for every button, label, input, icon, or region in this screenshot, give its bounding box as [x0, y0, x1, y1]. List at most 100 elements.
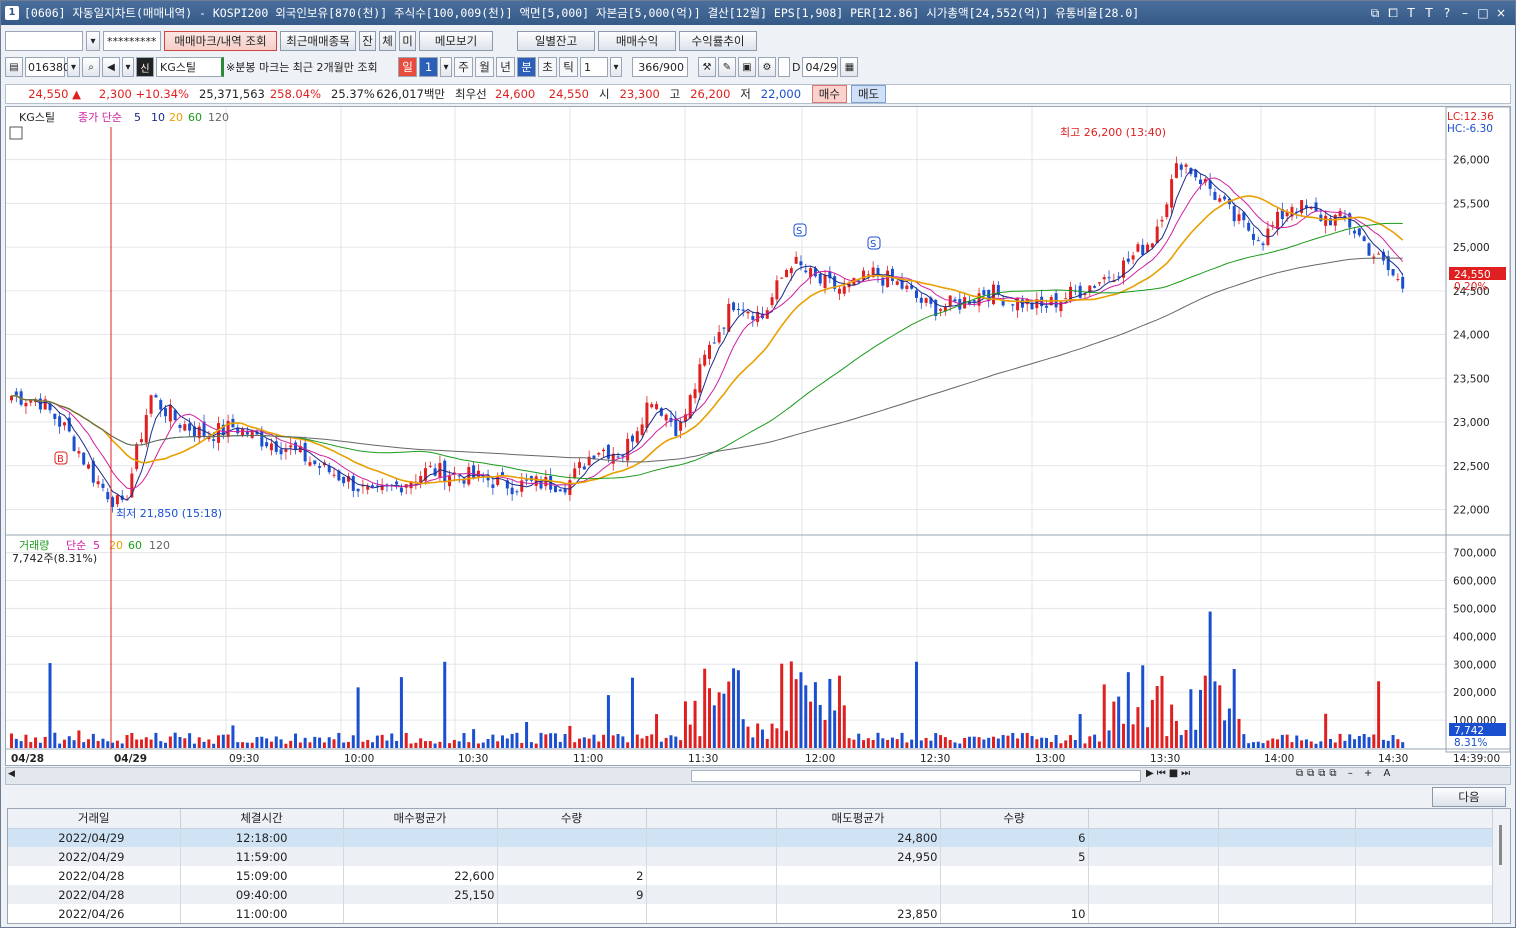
table-row[interactable]: 2022/04/28 09:40:00 25,150 9 — [8, 885, 1493, 904]
interval-dropdown-icon[interactable]: ▾ — [610, 57, 622, 77]
period-year-button[interactable]: 년 — [496, 57, 515, 77]
close-icon[interactable]: × — [1495, 6, 1507, 21]
candle-body — [539, 481, 543, 489]
table-row[interactable]: 2022/04/29 12:18:00 24,800 6 — [8, 828, 1493, 847]
header-trade-date[interactable]: 거래일 — [8, 809, 181, 829]
chart-view-controls[interactable]: ⧉⧉⧉⧉ – + A — [1296, 768, 1394, 779]
candle-body — [1131, 255, 1135, 260]
next-button[interactable]: 다음 — [1432, 787, 1506, 807]
font-icon[interactable]: T — [1423, 6, 1435, 21]
period-month-button[interactable]: 월 — [475, 57, 494, 77]
executed-button[interactable]: 체 — [379, 31, 396, 51]
restore-icon[interactable]: ⧠ — [1387, 6, 1399, 21]
period-second-button[interactable]: 초 — [538, 57, 557, 77]
scroll-thumb[interactable] — [691, 770, 1141, 782]
calendar-icon[interactable]: ▦ — [840, 57, 859, 77]
unfilled-button[interactable]: 미 — [399, 31, 416, 51]
date-checkbox[interactable] — [778, 57, 790, 77]
layout-icon[interactable]: ▤ — [5, 57, 23, 77]
candle-body — [472, 465, 476, 479]
chart-canvas[interactable]: 26,00025,50025,00024,50024,00023,50023,0… — [6, 107, 1510, 765]
sell-button[interactable]: 매도 — [850, 85, 887, 103]
code-dropdown-icon[interactable]: ▾ — [67, 57, 80, 77]
table-scrollbar[interactable] — [1492, 809, 1510, 923]
trade-mark-query-button[interactable]: 매매마크/내역 조회 — [164, 31, 277, 51]
stock-name-field[interactable]: KG스틸 — [156, 57, 224, 77]
price-tick-label: 25,500 — [1453, 198, 1490, 210]
time-tick-label: 14:30 — [1378, 753, 1408, 765]
period-week-button[interactable]: 주 — [454, 57, 473, 77]
indicator-icon[interactable]: ⚒ — [698, 57, 716, 77]
candle-body — [1391, 268, 1395, 276]
volume-bar — [924, 738, 928, 748]
volume-bar — [640, 738, 644, 748]
help-icon[interactable]: ? — [1441, 6, 1453, 21]
bar-count-field[interactable]: 366/900 — [632, 57, 688, 77]
speaker-dropdown-icon[interactable]: ▾ — [122, 57, 134, 77]
candle-body — [1218, 198, 1222, 202]
maximize-icon[interactable]: □ — [1477, 6, 1489, 21]
recent-trades-button[interactable]: 최근매매종목 — [280, 31, 356, 51]
candle-body — [111, 497, 115, 507]
playback-controls[interactable]: ▶⏮■⏭ — [1146, 768, 1193, 779]
header-exec-time[interactable]: 체결시간 — [180, 809, 344, 829]
search-icon[interactable]: ⌕ — [82, 57, 100, 77]
speaker-icon[interactable]: ◀ — [102, 57, 120, 77]
save-icon[interactable]: ▣ — [738, 57, 756, 77]
stock-code-input[interactable]: 016380 — [25, 57, 70, 77]
table-row[interactable]: 2022/04/26 11:00:00 23,850 10 — [8, 904, 1493, 923]
volume-bar — [1328, 738, 1332, 748]
balance-button[interactable]: 잔 — [359, 31, 376, 51]
table-row[interactable]: 2022/04/28 15:09:00 22,600 2 — [8, 866, 1493, 885]
daily-balance-button[interactable]: 일별잔고 — [517, 31, 595, 51]
table-header-row: 거래일 체결시간 매수평균가 수량 매도평균가 수량 — [8, 809, 1493, 829]
table-row[interactable]: 2022/04/29 11:59:00 24,950 5 — [8, 847, 1493, 866]
period-day-button[interactable]: 일 — [398, 57, 417, 77]
title-bar[interactable]: 1 [0606] 자동일지차트(매매내역) - KOSPI200 외국인보유[8… — [1, 1, 1515, 25]
period-dropdown-icon[interactable]: ▾ — [440, 57, 452, 77]
price-chart-panel[interactable]: 26,000 25,500 25,000 24,500 24,000 23,500 23,0… — [5, 106, 1511, 766]
return-trend-button[interactable]: 수익률추이 — [679, 31, 757, 51]
volume-bar — [669, 735, 673, 748]
period-day-count[interactable]: 1 — [419, 57, 438, 77]
volume-bar — [568, 725, 572, 748]
header-buy-qty[interactable]: 수량 — [497, 809, 647, 829]
buy-button[interactable]: 매수 — [811, 85, 847, 103]
sell-mark-2[interactable]: S — [870, 239, 876, 250]
volume-bar — [361, 741, 365, 748]
volume-bar — [448, 743, 452, 748]
memo-button[interactable]: 메모보기 — [419, 31, 493, 51]
scroll-left-icon[interactable]: ◀ — [8, 769, 20, 783]
chart-scroll-row[interactable]: ◀ ▶⏮■⏭ ⧉⧉⧉⧉ – + A — [5, 767, 1511, 785]
buy-mark[interactable]: B — [57, 454, 64, 465]
volume-bar — [842, 705, 846, 748]
tile-icon[interactable]: ⧉ — [1369, 6, 1381, 21]
table-cell — [646, 866, 777, 885]
period-minute-button[interactable]: 분 — [517, 57, 536, 77]
volume-bar — [828, 678, 832, 748]
header-sell-avg[interactable]: 매도평균가 — [776, 809, 941, 829]
header-buy-avg[interactable]: 매수평균가 — [343, 809, 498, 829]
pin-icon[interactable]: T — [1405, 6, 1417, 21]
account-dropdown-icon[interactable]: ▾ — [86, 31, 100, 51]
minimize-icon[interactable]: – — [1459, 6, 1471, 21]
account-input[interactable] — [5, 31, 83, 51]
volume-bar — [101, 738, 105, 748]
period-tick-button[interactable]: 틱 — [559, 57, 578, 77]
volume-bar — [486, 739, 490, 748]
candle-body — [303, 442, 307, 462]
candle-body — [982, 290, 986, 296]
password-input[interactable]: ********* — [103, 31, 161, 51]
trades-table: 거래일 체결시간 매수평균가 수량 매도평균가 수량 2022/04/29 12:… — [7, 808, 1511, 924]
date-input[interactable]: 04/29 — [802, 57, 839, 77]
time-tick-label: 10:30 — [458, 753, 488, 765]
interval-select[interactable]: 1 — [580, 57, 608, 77]
trade-profit-button[interactable]: 매매수익 — [598, 31, 676, 51]
header-sell-qty[interactable]: 수량 — [940, 809, 1089, 829]
candle-body — [395, 481, 399, 485]
draw-tool-icon[interactable]: ✎ — [718, 57, 736, 77]
settings-icon[interactable]: ⚙ — [758, 57, 776, 77]
sell-mark-1[interactable]: S — [796, 226, 802, 237]
volume-bar — [1189, 689, 1193, 748]
volume-bar — [428, 741, 432, 748]
